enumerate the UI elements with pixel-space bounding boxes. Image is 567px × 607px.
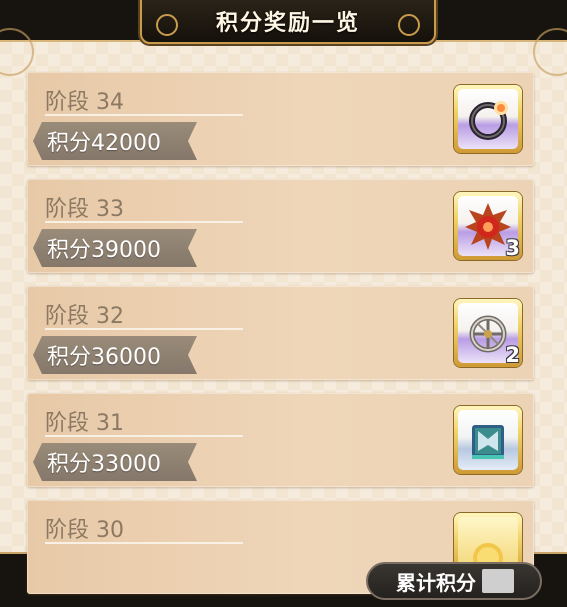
title-ornament-right-icon: [398, 14, 420, 36]
reward-list[interactable]: 阶段 34 积分42000 阶段 33 积分39000 3 阶段 32 积分36…: [27, 72, 534, 607]
points-requirement: 积分39000: [47, 238, 161, 263]
reward-row-stage-32: 阶段 32 积分36000 2: [27, 286, 534, 380]
title-ornament-left-icon: [156, 14, 178, 36]
divider: [45, 435, 243, 437]
reward-row-stage-34: 阶段 34 积分42000: [27, 72, 534, 166]
reward-item-slot[interactable]: [454, 85, 522, 153]
stage-label: 阶段 34: [45, 90, 124, 115]
total-points-label: 累计积分: [396, 570, 476, 595]
dark-ring-icon: [469, 101, 508, 140]
total-points-value-redacted: [482, 569, 514, 593]
reward-item-slot[interactable]: 3: [454, 192, 522, 260]
page-title: 积分奖励一览: [215, 11, 360, 36]
stage-label: 阶段 31: [45, 411, 124, 436]
divider: [45, 328, 243, 330]
points-requirement: 积分42000: [47, 131, 161, 156]
reward-row-stage-31: 阶段 31 积分33000: [27, 393, 534, 487]
points-badge: 积分33000: [33, 443, 197, 481]
divider: [45, 221, 243, 223]
stage-label: 阶段 32: [45, 304, 124, 329]
spellbook-icon: [472, 425, 504, 459]
total-points-button[interactable]: 累计积分: [366, 562, 542, 600]
stage-label: 阶段 33: [45, 197, 124, 222]
points-requirement: 积分33000: [47, 452, 161, 477]
corner-ornament-right: [533, 28, 567, 76]
reward-item-slot[interactable]: 2: [454, 299, 522, 367]
points-badge: 积分36000: [33, 336, 197, 374]
divider: [45, 542, 243, 544]
reward-item-slot[interactable]: [454, 406, 522, 474]
stage-label: 阶段 30: [45, 518, 124, 543]
item-quantity: 2: [505, 343, 520, 367]
item-quantity: 3: [505, 236, 520, 260]
title-banner: 积分奖励一览: [140, 0, 436, 44]
points-badge: 积分42000: [33, 122, 197, 160]
divider: [45, 114, 243, 116]
points-requirement: 积分36000: [47, 345, 161, 370]
corner-ornament-left: [0, 28, 34, 76]
points-badge: 积分39000: [33, 229, 197, 267]
reward-row-stage-33: 阶段 33 积分39000 3: [27, 179, 534, 273]
